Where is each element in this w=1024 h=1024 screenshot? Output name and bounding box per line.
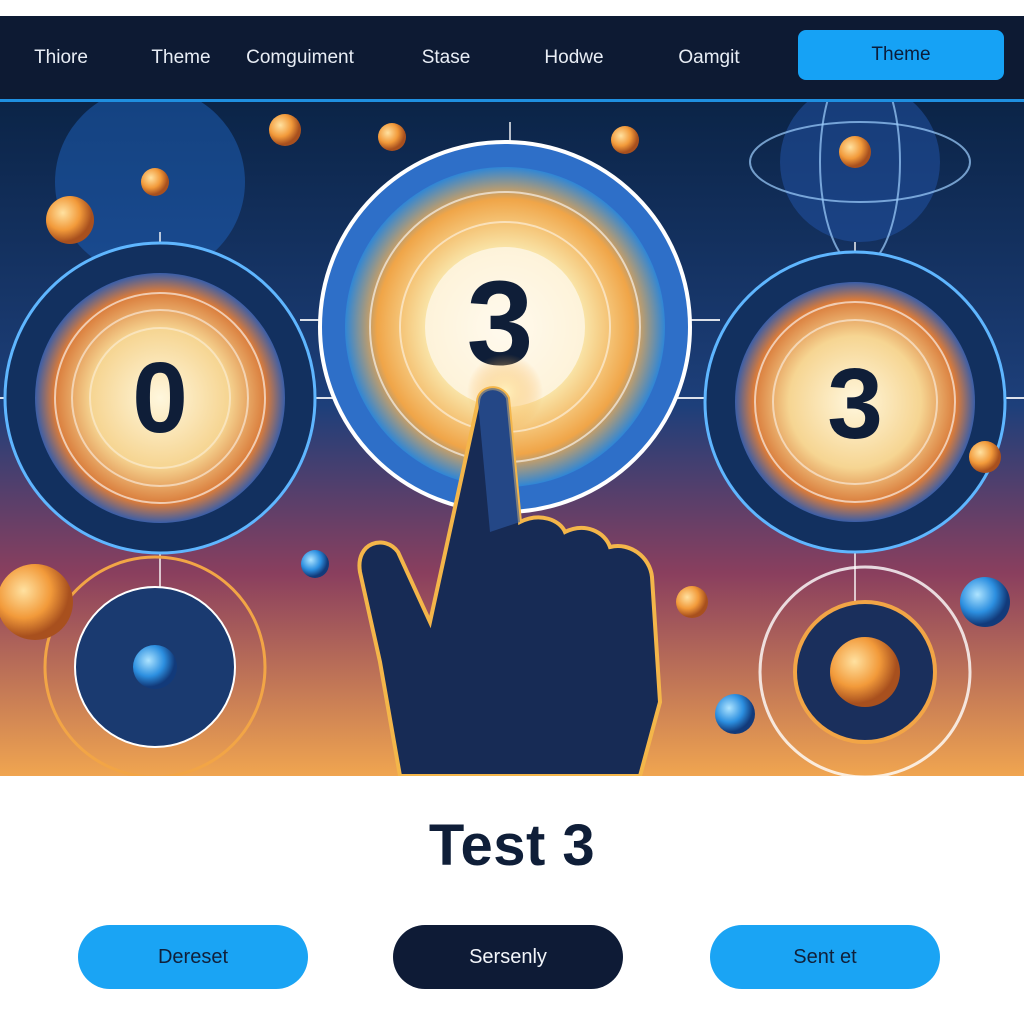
nav-item-theme-active[interactable]: Theme	[798, 30, 1004, 80]
nav-item-stase[interactable]: Stase	[406, 16, 486, 99]
nav-item-hodwe[interactable]: Hodwe	[530, 16, 618, 99]
dial-left-digit: 0	[132, 342, 188, 454]
nav-item-thiore[interactable]: Thiore	[18, 16, 104, 99]
nav-item-theme[interactable]: Theme	[140, 16, 222, 99]
nav-item-oamgit[interactable]: Oamgit	[664, 16, 754, 99]
top-nav-bar: Thiore Theme Comguiment Stase Hodwe Oamg…	[0, 16, 1024, 102]
dereset-button[interactable]: Dereset	[78, 925, 308, 989]
page: Thiore Theme Comguiment Stase Hodwe Oamg…	[0, 0, 1024, 1024]
nav-item-comguiment[interactable]: Comguiment	[236, 16, 364, 99]
hero-artwork: 0 3 3	[0, 102, 1024, 776]
sersenly-button[interactable]: Sersenly	[393, 925, 623, 989]
hero-illustration: 0 3 3	[0, 102, 1024, 776]
dial-right-digit: 3	[827, 348, 883, 460]
page-title: Test 3	[428, 813, 596, 878]
sent-et-button[interactable]: Sent et	[710, 925, 940, 989]
